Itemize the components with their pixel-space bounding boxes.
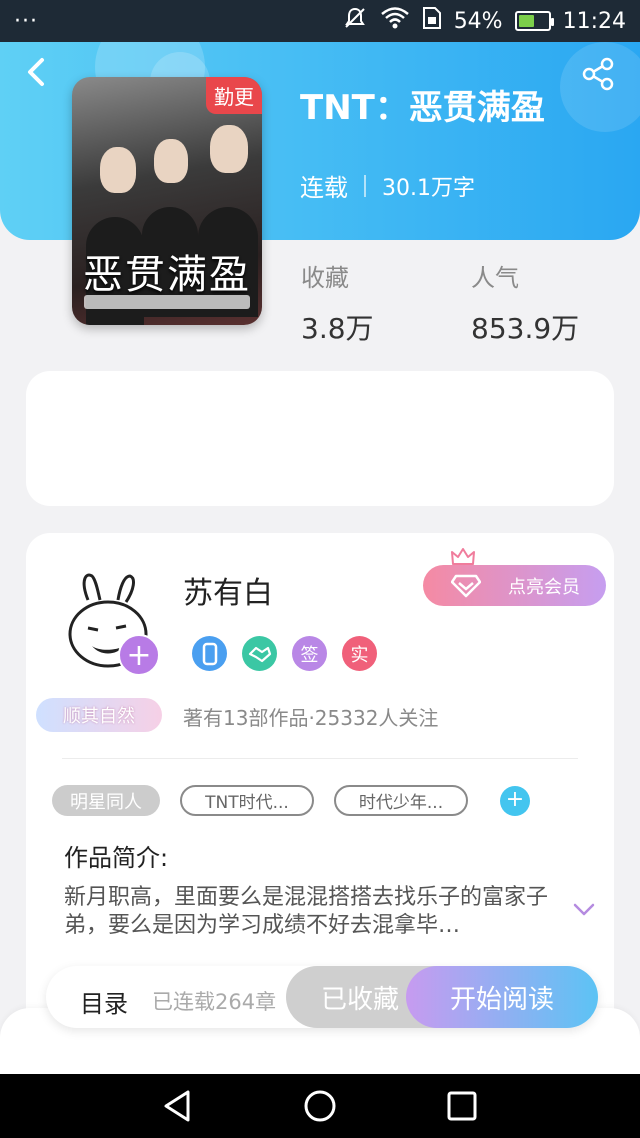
status-bar: ··· 54% 11:24 (0, 0, 640, 42)
battery-icon (514, 11, 554, 31)
plus-icon: + (505, 786, 525, 812)
nav-home-button[interactable] (302, 1088, 338, 1124)
mute-icon (342, 5, 368, 37)
cover-subtitle-strip (84, 295, 250, 309)
overflow-dots-icon: ··· (14, 8, 38, 34)
collect-stat: 收藏 3.8万 (301, 258, 374, 347)
tag-item[interactable]: TNT时代... (180, 785, 314, 816)
follow-author-button[interactable]: + (118, 634, 160, 676)
diamond-icon (450, 574, 482, 603)
serial-status: 连载 (300, 174, 348, 202)
vip-button-label: 点亮会员 (508, 576, 580, 598)
popularity-value: 853.9万 (471, 312, 580, 345)
expand-intro-button[interactable] (572, 902, 596, 922)
chevron-left-icon (28, 58, 44, 86)
toc-button[interactable]: 目录 (80, 984, 128, 1019)
author-badges: 签 实 (192, 636, 377, 671)
handshake-badge-icon[interactable] (242, 636, 277, 671)
battery-percent: 54% (453, 8, 503, 34)
status-time: 11:24 (562, 8, 626, 34)
nav-recents-button[interactable] (444, 1088, 480, 1124)
chapter-count[interactable]: 已连载264章 (152, 986, 276, 1016)
add-tag-button[interactable]: + (500, 785, 530, 816)
tag-item[interactable]: 明星同人 (52, 785, 160, 816)
collect-label: 收藏 (301, 264, 349, 292)
plus-icon: + (126, 638, 152, 673)
tag-list: 明星同人 TNT时代... 时代少年... + (52, 785, 530, 816)
start-reading-button[interactable]: 开始阅读 (406, 966, 598, 1028)
book-cover[interactable]: 恶贯满盈 勤更 (72, 77, 262, 325)
recents-square-icon (447, 1091, 477, 1121)
battery-fill (518, 15, 534, 27)
divider (62, 758, 578, 759)
share-button[interactable] (580, 56, 616, 92)
status-divider (364, 174, 366, 197)
cover-title-art: 恶贯满盈 (83, 252, 251, 298)
activate-vip-button[interactable]: 点亮会员 (423, 565, 606, 606)
word-count: 30.1万字 (382, 175, 475, 201)
phone-badge-icon[interactable] (192, 636, 227, 671)
popularity-stat: 人气 853.9万 (471, 258, 579, 347)
back-triangle-icon (164, 1090, 190, 1122)
empty-card (26, 371, 614, 506)
update-badge: 勤更 (206, 77, 262, 114)
wifi-icon (380, 6, 410, 36)
author-name[interactable]: 苏有白 (183, 568, 273, 612)
book-title: TNT：恶贯满盈 (300, 88, 545, 128)
cover-figure (100, 147, 136, 193)
chevron-down-icon (573, 903, 595, 916)
tag-item[interactable]: 时代少年... (334, 785, 468, 816)
verified-badge-icon[interactable]: 实 (342, 636, 377, 671)
author-motto: 顺其自然 (36, 698, 162, 732)
status-bar-right: 54% 11:24 (342, 5, 626, 37)
home-circle-icon (304, 1090, 336, 1122)
sign-badge-icon[interactable]: 签 (292, 636, 327, 671)
author-meta: 著有13部作品·25332人关注 (183, 706, 439, 730)
book-status-row: 连载 30.1万字 (300, 168, 475, 203)
intro-text[interactable]: 新月职高，里面要么是混混搭搭去找乐子的富家子弟，要么是因为学习成绩不好去混拿毕… (64, 884, 554, 940)
collect-value: 3.8万 (301, 312, 374, 345)
intro-title: 作品简介: (64, 844, 169, 872)
sim-icon (422, 6, 442, 36)
back-button[interactable] (20, 54, 56, 90)
cover-figure (154, 139, 188, 183)
cover-figure (210, 125, 248, 173)
nav-back-button[interactable] (160, 1088, 196, 1124)
popularity-label: 人气 (471, 264, 519, 292)
share-icon (582, 57, 614, 91)
system-nav-bar (0, 1074, 640, 1138)
